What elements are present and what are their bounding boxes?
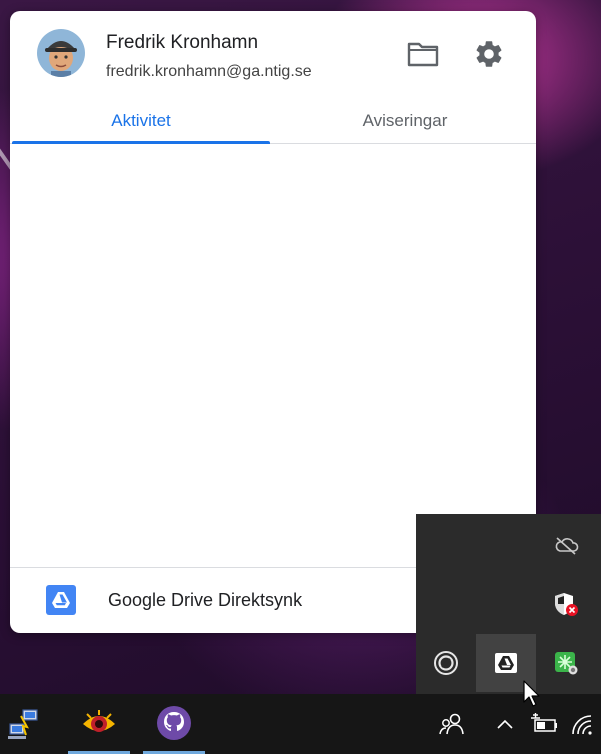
activity-list xyxy=(10,144,536,566)
footer-label: Google Drive Direktsynk xyxy=(108,590,303,610)
tab-notifications[interactable]: Aviseringar xyxy=(276,99,534,143)
open-folder-button[interactable] xyxy=(405,36,441,72)
people-icon[interactable] xyxy=(434,706,470,742)
tray-overflow-flyout xyxy=(416,514,601,694)
windows-security-warning-icon[interactable] xyxy=(536,575,596,633)
network-tool-app-icon[interactable] xyxy=(0,694,55,754)
folder-icon xyxy=(407,42,439,67)
google-drive-logo-icon xyxy=(46,585,76,615)
settings-button[interactable] xyxy=(471,36,507,72)
user-email: fredrik.kronhamn@ga.ntig.se xyxy=(106,63,312,80)
taskbar xyxy=(0,694,601,754)
user-name: Fredrik Kronhamn xyxy=(106,32,259,53)
circle-app-icon[interactable] xyxy=(416,634,476,692)
wifi-icon[interactable] xyxy=(565,706,601,742)
avatar[interactable] xyxy=(37,29,85,77)
show-hidden-icons-chevron[interactable] xyxy=(490,706,520,742)
tab-activity[interactable]: Aktivitet xyxy=(12,99,270,144)
mouse-cursor-icon xyxy=(523,680,540,707)
battery-icon[interactable] xyxy=(527,706,561,742)
gear-icon xyxy=(476,41,502,67)
tab-bar: Aktivitet Aviseringar xyxy=(10,99,536,144)
eye-app-icon[interactable] xyxy=(68,694,130,754)
onedrive-offline-icon[interactable] xyxy=(536,516,596,574)
green-sync-app-icon[interactable] xyxy=(536,634,596,692)
github-desktop-icon[interactable] xyxy=(143,694,205,754)
